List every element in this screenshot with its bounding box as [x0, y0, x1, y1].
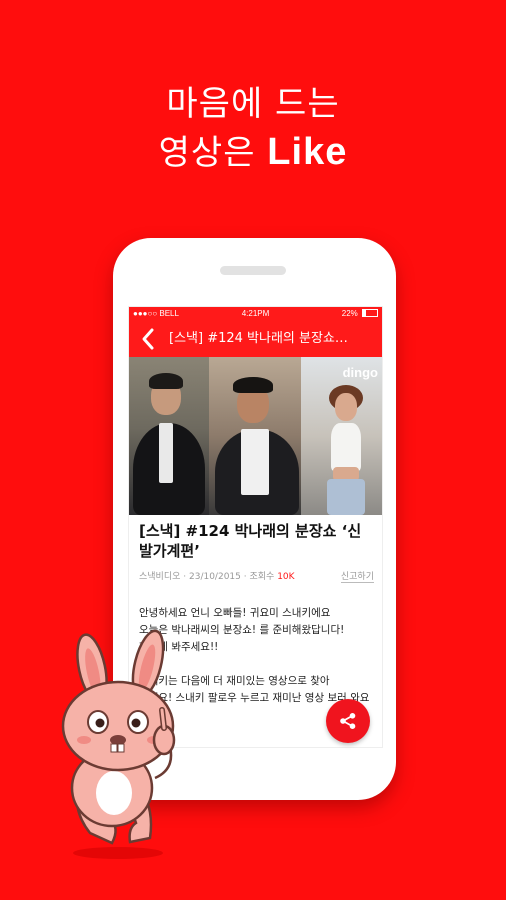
video-frame-right: dingo: [301, 357, 382, 515]
rabbit-mascot-icon: [61, 629, 176, 859]
description-line: 안녕하세요 언니 오빠들! 귀요미 스내키에요: [139, 607, 331, 619]
promo-headline: 마음에 드는 영상은 Like: [0, 80, 506, 177]
battery-indicator: 22%: [342, 307, 378, 321]
status-bar: ●●●○○ BELL 4:21PM 22%: [129, 307, 382, 321]
headline-line-2-prefix: 영상은: [158, 133, 268, 173]
video-player[interactable]: dingo: [129, 357, 382, 515]
phone-speaker: [220, 266, 286, 275]
battery-fill: [363, 309, 367, 316]
top-nav-bar: [스낵] #124 박나래의 분장쇼…: [129, 321, 382, 357]
share-button[interactable]: [326, 699, 370, 743]
video-meta: 스낵비디오 · 23/10/2015 · 조회수 10K: [139, 572, 295, 582]
headline-line-2: 영상은 Like: [0, 128, 506, 177]
headline-like-word: Like: [267, 131, 348, 173]
report-link[interactable]: 신고하기: [340, 569, 374, 583]
video-frame-left: [129, 357, 209, 515]
back-button[interactable]: [139, 327, 159, 351]
nav-title: [스낵] #124 박나래의 분장쇼…: [169, 331, 348, 346]
video-title: [스낵] #124 박나래의 분장쇼 ‘신발가계편’: [139, 522, 362, 560]
views-label: 조회수: [249, 572, 275, 582]
view-count: 10K: [277, 572, 295, 582]
headline-line-1: 마음에 드는: [166, 84, 340, 124]
upload-date: 23/10/2015: [189, 572, 241, 582]
dingo-watermark: dingo: [342, 365, 378, 380]
share-icon: [340, 713, 356, 729]
chevron-left-icon: [142, 328, 154, 350]
channel-name: 스낵비디오: [139, 572, 181, 582]
battery-icon: [362, 308, 378, 317]
battery-percent: 22%: [341, 309, 358, 318]
video-frame-middle: [209, 357, 301, 515]
